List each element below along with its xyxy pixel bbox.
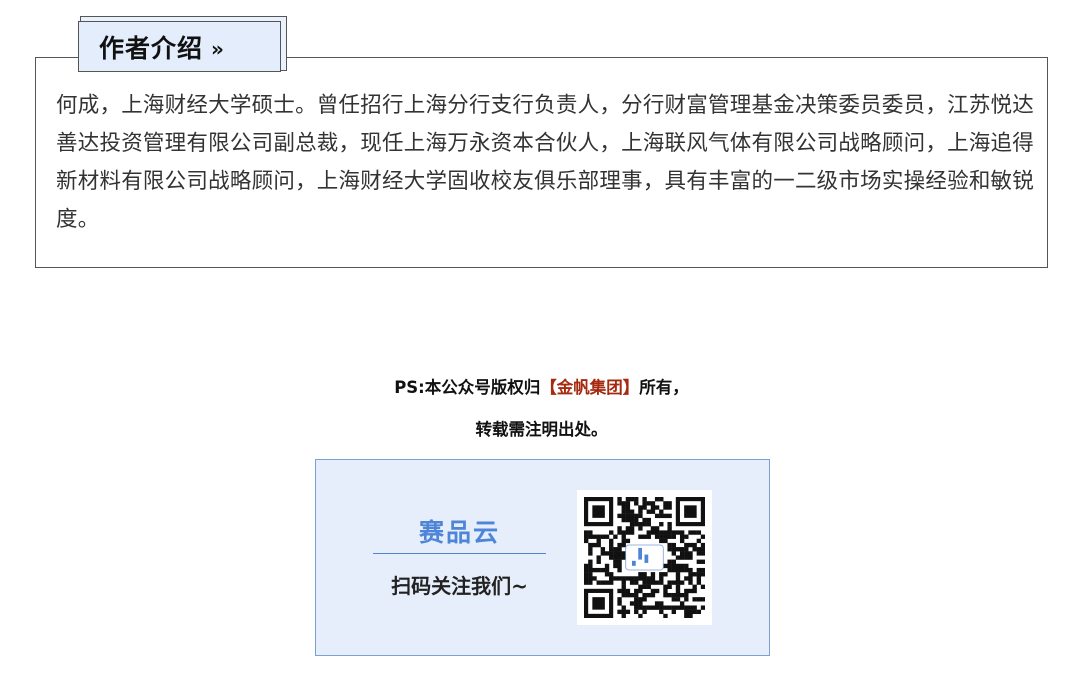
copyright-brand: 【金帆集团】	[540, 378, 640, 397]
qr-code-icon[interactable]	[577, 490, 712, 625]
copyright-suffix: 所有，	[639, 378, 689, 397]
double-chevron-right-icon: »	[211, 36, 224, 61]
qr-call-to-action: 扫码关注我们~	[391, 574, 528, 598]
author-intro-tab: 作者介绍 »	[78, 21, 281, 72]
qr-code-graphic	[584, 497, 705, 618]
qr-divider	[373, 553, 546, 554]
copyright-notice: PS:本公众号版权归【金帆集团】所有，	[0, 374, 1083, 398]
qr-brand-name: 赛品云	[418, 518, 500, 547]
author-intro-title: 作者介绍	[99, 33, 204, 63]
reprint-notice: 转载需注明出处。	[475, 420, 608, 439]
author-bio: 何成，上海财经大学硕士。曾任招行上海分行支行负责人，分行财富管理基金决策委员委员…	[56, 93, 1034, 232]
copyright-prefix: PS:本公众号版权归	[394, 378, 541, 397]
